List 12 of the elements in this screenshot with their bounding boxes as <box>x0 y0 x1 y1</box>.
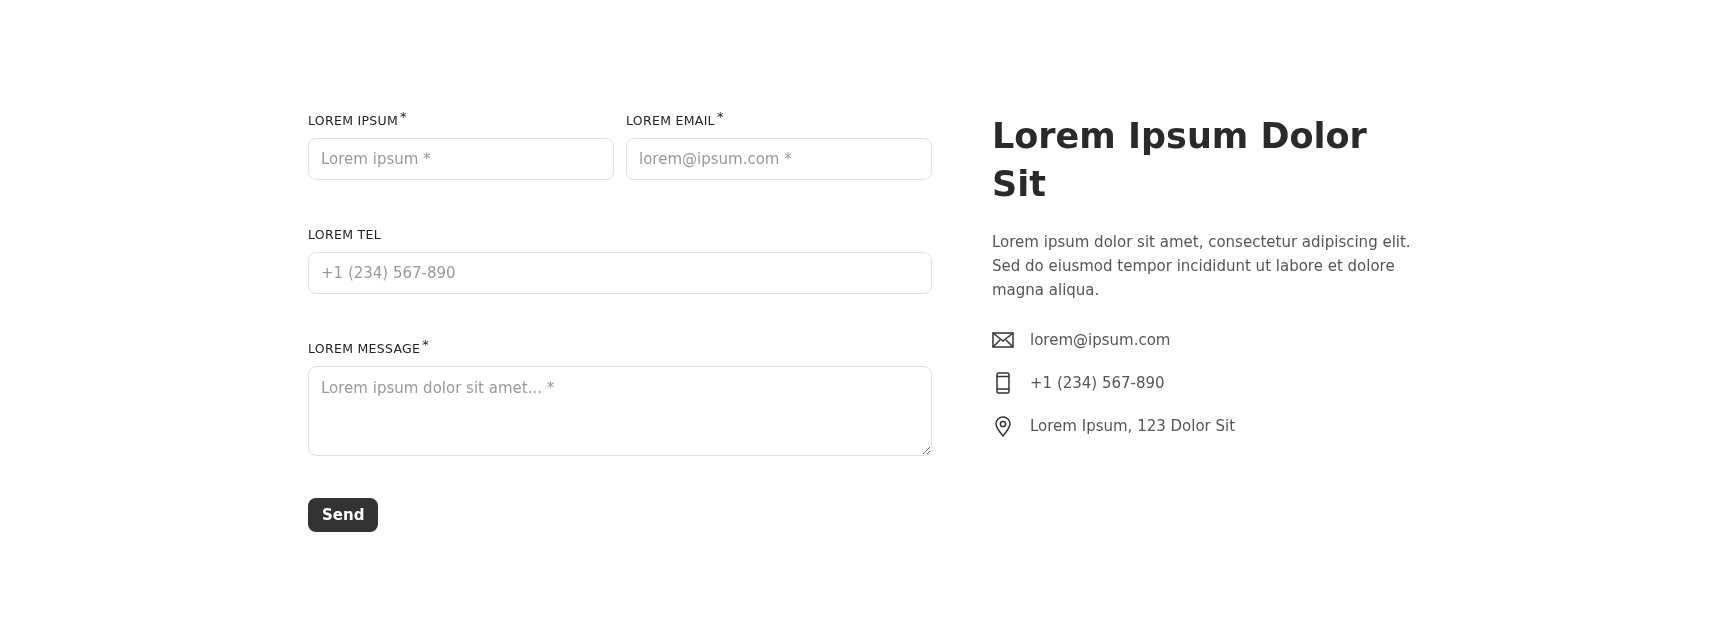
location-pin-icon <box>992 414 1014 437</box>
input-field[interactable]: Lorem ipsum * <box>308 138 614 180</box>
field-label: LOREM TEL <box>308 226 382 244</box>
contact-text: Lorem Ipsum, 123 Dolor Sit <box>1030 416 1236 435</box>
contact-text: +1 (234) 567-890 <box>1030 373 1165 392</box>
send-button[interactable]: Send <box>308 498 379 532</box>
heading: Lorem Ipsum Dolor Sit <box>992 115 1368 206</box>
input-field[interactable]: +1 (234) 567-890 <box>308 252 932 294</box>
contact-text: lorem@ipsum.com <box>1030 330 1171 349</box>
description: Lorem ipsum dolor sit amet, consectetur adipiscing elit. Sed do eiusmod tempor incididunt ut labore et dolore magna aliqua. <box>992 232 1412 301</box>
message-field[interactable]: Lorem ipsum dolor sit amet... * <box>308 366 932 456</box>
input-field[interactable]: lorem@ipsum.com * <box>626 138 932 180</box>
